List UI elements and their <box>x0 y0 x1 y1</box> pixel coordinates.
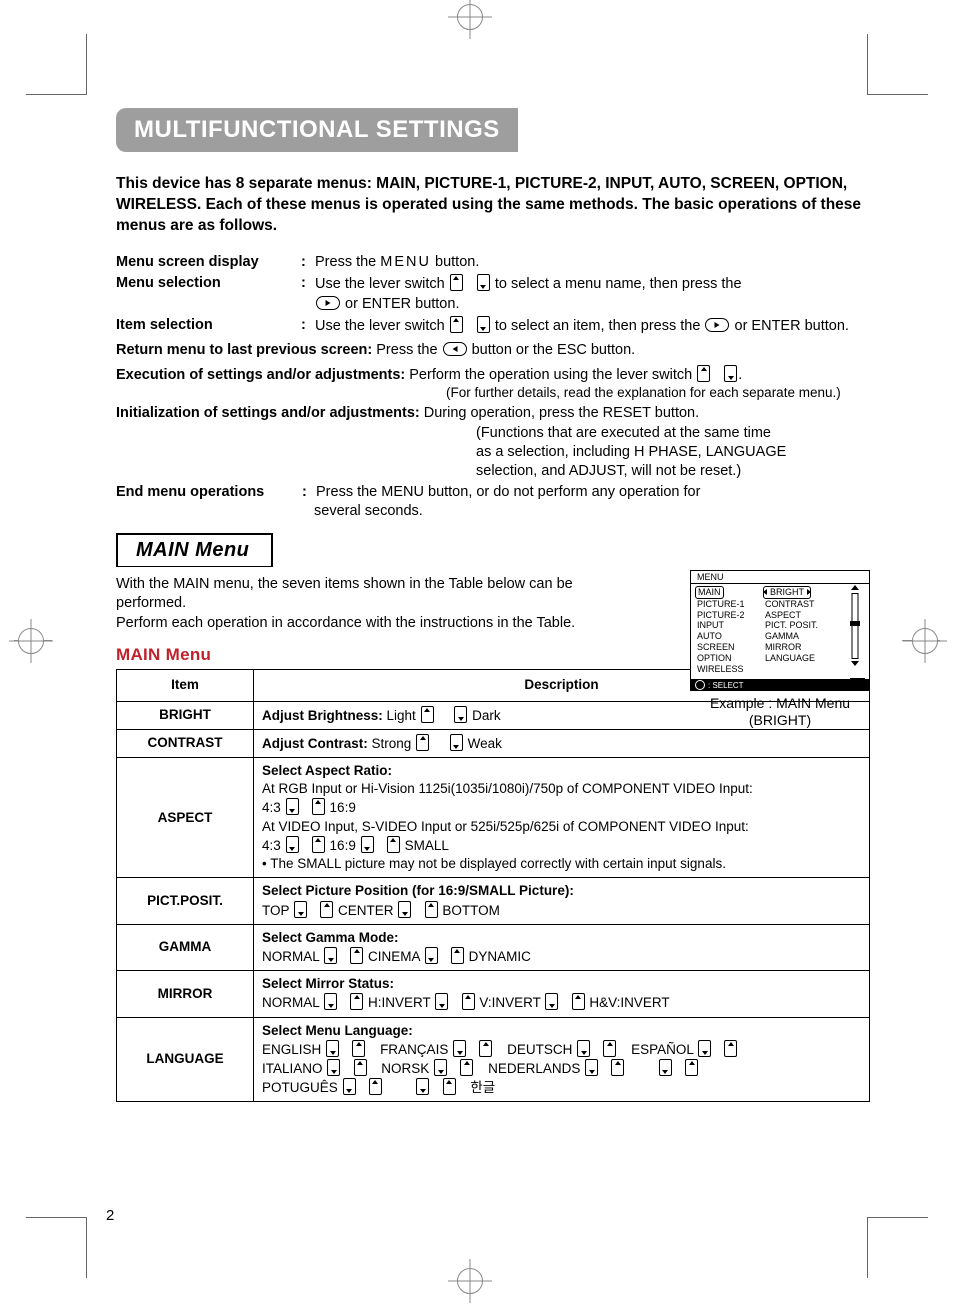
lever-down-icon <box>434 1059 447 1076</box>
oval-right-icon <box>316 296 340 310</box>
lever-down-icon <box>659 1059 672 1076</box>
op-label: End menu operations <box>116 483 302 503</box>
lever-up-icon <box>572 993 585 1010</box>
op-sub: as a selection, including H PHASE, LANGU… <box>476 443 870 462</box>
lever-up-icon <box>369 1078 382 1095</box>
crop-corner-tr <box>867 34 928 95</box>
lever-up-icon <box>387 836 400 853</box>
lever-up-icon <box>421 706 434 723</box>
operations-list: Menu screen display : Press the MENU but… <box>116 253 870 519</box>
lever-up-icon <box>697 365 710 382</box>
lever-down-icon <box>453 1040 466 1057</box>
joystick-icon <box>695 680 705 690</box>
lever-up-icon <box>354 1059 367 1076</box>
osd-left-col: MAIN PICTURE-1 PICTURE-2 INPUT AUTO SCRE… <box>691 584 759 679</box>
intro-paragraph: This device has 8 separate menus: MAIN, … <box>116 174 870 237</box>
lever-down-icon <box>324 947 337 964</box>
table-row: LANGUAGE Select Menu Language: ENGLISH F… <box>117 1017 870 1102</box>
lever-up-icon <box>350 993 363 1010</box>
crop-corner-tl <box>26 34 87 95</box>
op-label: Return menu to last previous screen: <box>116 342 376 358</box>
crop-mark-top <box>457 4 497 44</box>
op-label: Execution of settings and/or adjustments… <box>116 367 409 383</box>
lever-up-icon <box>724 1040 737 1057</box>
lever-down-icon <box>577 1040 590 1057</box>
op-sub: selection, and ADJUST, will not be reset… <box>476 462 870 481</box>
table-row: CONTRAST Adjust Contrast: Strong Weak <box>117 729 870 757</box>
op-note: (For further details, read the explanati… <box>446 385 870 400</box>
crop-corner-br <box>867 1217 928 1278</box>
lever-up-icon <box>603 1040 616 1057</box>
op-label: Menu selection <box>116 274 301 294</box>
page-content: MULTIFUNCTIONAL SETTINGS This device has… <box>116 108 870 1222</box>
lever-down-icon <box>361 836 374 853</box>
lever-down-icon <box>454 706 467 723</box>
page-number: 2 <box>106 1207 114 1224</box>
op-body: Press the MENU button. <box>315 253 870 273</box>
lever-up-icon <box>451 947 464 964</box>
osd-example: MENU MAIN PICTURE-1 PICTURE-2 INPUT AUTO… <box>690 570 870 729</box>
lever-up-icon <box>312 836 325 853</box>
lever-down-icon <box>724 365 737 382</box>
op-label: Initialization of settings and/or adjust… <box>116 405 424 421</box>
lever-down-icon <box>435 993 448 1010</box>
lever-up-icon <box>443 1078 456 1095</box>
oval-right-icon <box>705 318 729 332</box>
lever-down-icon <box>698 1040 711 1057</box>
lever-up-icon <box>685 1059 698 1076</box>
osd-caption: Example : MAIN Menu (BRIGHT) <box>690 695 870 729</box>
lever-up-icon <box>450 316 463 333</box>
main-menu-table: Item Description BRIGHT Adjust Brightnes… <box>116 669 870 1102</box>
op-body: Use the lever switch to select a menu na… <box>315 274 870 314</box>
osd-header: MENU <box>691 571 869 584</box>
table-row: PICT.POSIT. Select Picture Position (for… <box>117 878 870 924</box>
lever-down-icon <box>477 316 490 333</box>
table-row: MIRROR Select Mirror Status: NORMAL H:IN… <box>117 971 870 1017</box>
osd-slider <box>847 587 863 671</box>
main-menu-title-box: MAIN Menu <box>116 533 273 567</box>
lever-up-icon <box>320 901 333 918</box>
main-menu-title: MAIN Menu <box>136 539 249 561</box>
lever-down-icon <box>286 798 299 815</box>
op-sub: several seconds. <box>314 503 870 519</box>
lever-up-icon <box>611 1059 624 1076</box>
main-menu-desc: With the MAIN menu, the seven items show… <box>116 575 636 634</box>
lever-down-icon <box>450 734 463 751</box>
lever-down-icon <box>326 1040 339 1057</box>
section-heading: MULTIFUNCTIONAL SETTINGS <box>116 108 518 152</box>
lever-up-icon <box>450 274 463 291</box>
osd-value: 12 <box>850 678 865 689</box>
table-row: GAMMA Select Gamma Mode: NORMAL CINEMA D… <box>117 924 870 970</box>
lever-down-icon <box>425 947 438 964</box>
lever-down-icon <box>294 901 307 918</box>
lever-down-icon <box>477 274 490 291</box>
op-label: Menu screen display <box>116 253 301 273</box>
lever-down-icon <box>327 1059 340 1076</box>
lever-down-icon <box>324 993 337 1010</box>
lever-up-icon <box>312 798 325 815</box>
lever-up-icon <box>416 734 429 751</box>
lever-up-icon <box>350 947 363 964</box>
oval-left-icon <box>443 342 467 356</box>
lever-down-icon <box>398 901 411 918</box>
lever-up-icon <box>462 993 475 1010</box>
table-header-item: Item <box>117 670 254 701</box>
crop-mark-bottom <box>457 1268 497 1308</box>
table-row: ASPECT Select Aspect Ratio: At RGB Input… <box>117 757 870 877</box>
lever-down-icon <box>416 1078 429 1095</box>
lever-down-icon <box>545 993 558 1010</box>
lever-down-icon <box>286 836 299 853</box>
lever-down-icon <box>343 1078 356 1095</box>
osd-footer: : SELECT <box>691 679 869 690</box>
lever-up-icon <box>479 1040 492 1057</box>
op-body: Press the MENU button, or do not perform… <box>316 483 870 503</box>
op-label: Item selection <box>116 316 301 336</box>
lever-up-icon <box>352 1040 365 1057</box>
op-body: Use the lever switch to select an item, … <box>315 316 870 337</box>
lever-up-icon <box>460 1059 473 1076</box>
crop-corner-bl <box>26 1217 87 1278</box>
op-sub: (Functions that are executed at the same… <box>476 424 870 443</box>
lever-up-icon <box>425 901 438 918</box>
lever-down-icon <box>585 1059 598 1076</box>
